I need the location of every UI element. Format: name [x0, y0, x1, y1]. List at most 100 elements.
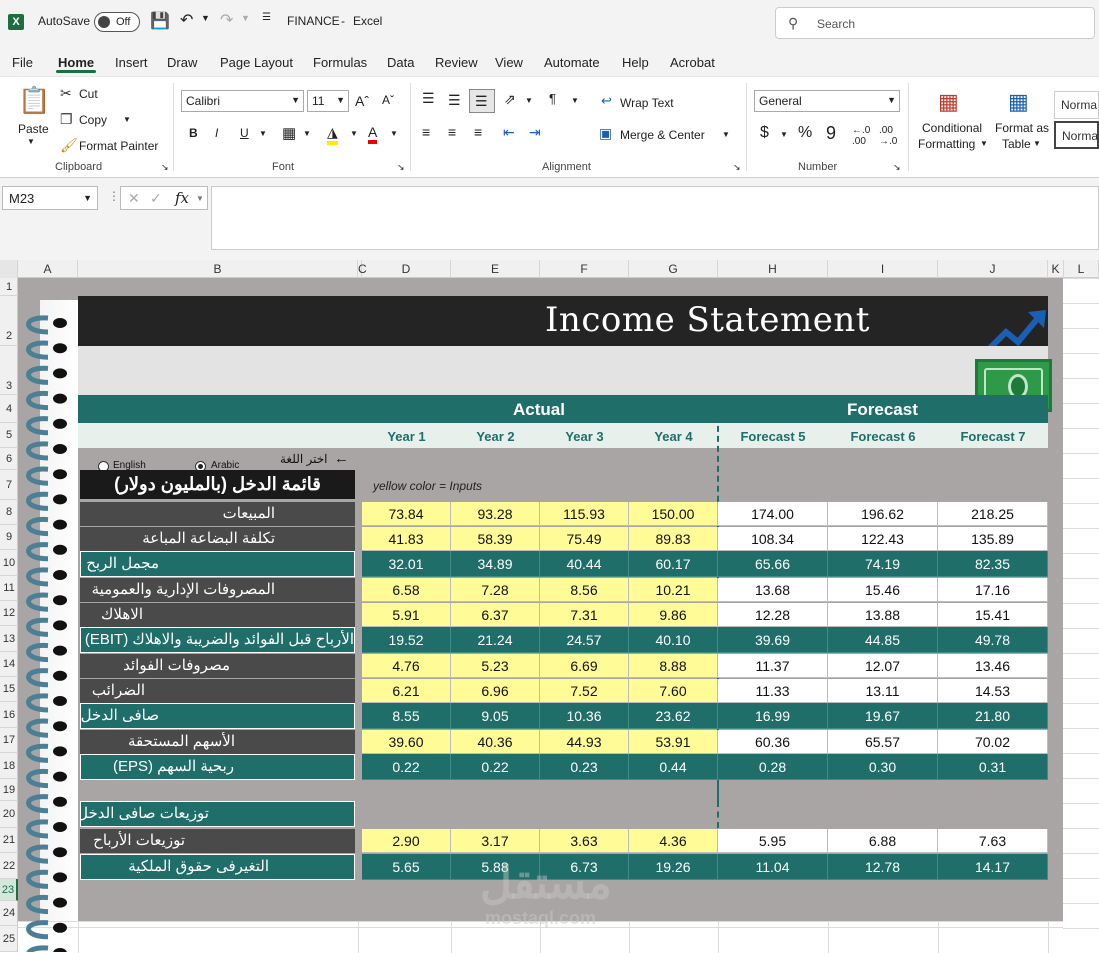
format-painter-button[interactable]: Format Painter [79, 139, 158, 153]
summary-cell[interactable]: 8.55 [362, 703, 451, 729]
summary-cell[interactable]: 74.19 [828, 551, 938, 577]
summary-cell[interactable]: 9.05 [451, 703, 540, 729]
decrease-font-icon[interactable]: Aˇ [382, 93, 394, 107]
redo-dropdown-icon[interactable]: ▼ [241, 13, 250, 23]
forecast-cell[interactable]: 17.16 [938, 578, 1048, 602]
summary-cell[interactable]: 0.22 [362, 754, 451, 780]
column-header[interactable]: L [1064, 260, 1099, 278]
column-header[interactable]: I [828, 260, 938, 278]
empty-cells-right[interactable] [1063, 278, 1099, 952]
row-header[interactable]: 22 [0, 853, 18, 879]
summary-cell[interactable]: 21.24 [451, 627, 540, 653]
text-direction-icon[interactable]: ¶ [549, 91, 556, 106]
input-cell[interactable]: 7.60 [629, 679, 718, 703]
enter-icon[interactable]: ✓ [150, 190, 162, 207]
clipboard-launcher-icon[interactable]: ↘ [161, 162, 169, 173]
input-cell[interactable]: 150.00 [629, 502, 718, 526]
row-header[interactable]: 12 [0, 601, 18, 626]
summary-cell[interactable]: 39.69 [718, 627, 828, 653]
align-left-icon[interactable]: ≡ [422, 124, 430, 140]
input-cell[interactable]: 3.17 [451, 829, 540, 853]
row-header[interactable]: 6 [0, 448, 18, 470]
align-top-icon[interactable]: ☰ [422, 90, 435, 107]
input-cell[interactable]: 6.37 [451, 603, 540, 627]
row-header-selected[interactable]: 23 [0, 879, 18, 901]
copy-button[interactable]: Copy [79, 113, 107, 127]
summary-cell[interactable]: 82.35 [938, 551, 1048, 577]
table-label[interactable]: Table [1002, 137, 1031, 151]
column-header[interactable]: B [78, 260, 358, 278]
menu-automate[interactable]: Automate [544, 55, 600, 70]
column-header[interactable]: H [718, 260, 828, 278]
column-header[interactable]: J [938, 260, 1048, 278]
input-cell[interactable]: 75.49 [540, 527, 629, 551]
summary-cell[interactable]: 0.28 [718, 754, 828, 780]
input-cell[interactable]: 40.36 [451, 730, 540, 754]
column-header[interactable]: K [1048, 260, 1064, 278]
orientation-icon[interactable]: ⇗ [504, 91, 516, 108]
customize-qat-icon[interactable]: ☰ [262, 12, 271, 23]
row-header[interactable]: 3 [0, 346, 18, 395]
summary-cell[interactable]: 65.66 [718, 551, 828, 577]
input-cell[interactable]: 5.23 [451, 654, 540, 678]
forecast-cell[interactable]: 70.02 [938, 730, 1048, 754]
input-cell[interactable]: 4.76 [362, 654, 451, 678]
forecast-cell[interactable]: 108.34 [718, 527, 828, 551]
summary-cell[interactable]: 24.57 [540, 627, 629, 653]
underline-icon[interactable]: U [240, 126, 249, 140]
paste-dropdown-icon[interactable]: ▼ [27, 137, 35, 146]
forecast-cell[interactable]: 60.36 [718, 730, 828, 754]
save-icon[interactable]: 💾 [150, 11, 170, 31]
select-all-corner[interactable] [0, 260, 18, 278]
row-header[interactable]: 24 [0, 901, 18, 926]
orientation-dropdown-icon[interactable]: ▼ [525, 96, 533, 105]
row-header[interactable]: 19 [0, 779, 18, 801]
summary-cell[interactable]: 19.52 [362, 627, 451, 653]
input-cell[interactable]: 6.58 [362, 578, 451, 602]
row-header[interactable]: 15 [0, 677, 18, 702]
summary-cell[interactable]: 0.22 [451, 754, 540, 780]
input-cell[interactable]: 8.56 [540, 578, 629, 602]
formatting-label[interactable]: Formatting [918, 137, 975, 151]
menu-view[interactable]: View [495, 55, 523, 70]
row-header[interactable]: 21 [0, 828, 18, 853]
summary-cell[interactable]: 21.80 [938, 703, 1048, 729]
undo-icon[interactable]: ↶ [180, 10, 193, 30]
summary-cell[interactable]: 40.10 [629, 627, 718, 653]
summary-cell[interactable]: 16.99 [718, 703, 828, 729]
summary-cell[interactable]: 11.04 [718, 854, 828, 880]
summary-cell[interactable]: 44.85 [828, 627, 938, 653]
menu-file[interactable]: File [12, 55, 33, 70]
input-cell[interactable]: 6.21 [362, 679, 451, 703]
forecast-cell[interactable]: 12.07 [828, 654, 938, 678]
menu-formulas[interactable]: Formulas [313, 55, 367, 70]
paste-button[interactable]: Paste [18, 122, 49, 136]
menu-data[interactable]: Data [387, 55, 414, 70]
summary-cell[interactable]: 49.78 [938, 627, 1048, 653]
column-header[interactable]: G [629, 260, 718, 278]
increase-font-icon[interactable]: Aˆ [355, 93, 369, 109]
currency-icon[interactable]: $ [760, 124, 769, 142]
bold-icon[interactable]: B [189, 126, 198, 140]
autosave-toggle[interactable]: Off [94, 12, 140, 32]
merge-dropdown-icon[interactable]: ▼ [722, 130, 730, 139]
forecast-cell[interactable]: 14.53 [938, 679, 1048, 703]
menu-review[interactable]: Review [435, 55, 478, 70]
forecast-cell[interactable]: 15.46 [828, 578, 938, 602]
input-cell[interactable]: 5.91 [362, 603, 451, 627]
cancel-icon[interactable]: ✕ [128, 190, 140, 207]
italic-icon[interactable]: I [215, 126, 218, 140]
copy-dropdown-icon[interactable]: ▼ [123, 115, 131, 124]
menu-insert[interactable]: Insert [115, 55, 148, 70]
input-cell[interactable]: 6.69 [540, 654, 629, 678]
row-header[interactable]: 8 [0, 500, 18, 525]
summary-cell[interactable]: 34.89 [451, 551, 540, 577]
row-header[interactable]: 2 [0, 296, 18, 346]
font-color-icon[interactable]: A [368, 124, 378, 144]
decrease-decimal-icon[interactable]: .00 →.0 [879, 125, 897, 147]
column-header[interactable]: F [540, 260, 629, 278]
forecast-cell[interactable]: 174.00 [718, 502, 828, 526]
increase-decimal-icon[interactable]: ←.0.00 [852, 125, 870, 147]
row-header[interactable]: 10 [0, 550, 18, 576]
row-header[interactable]: 4 [0, 395, 18, 423]
